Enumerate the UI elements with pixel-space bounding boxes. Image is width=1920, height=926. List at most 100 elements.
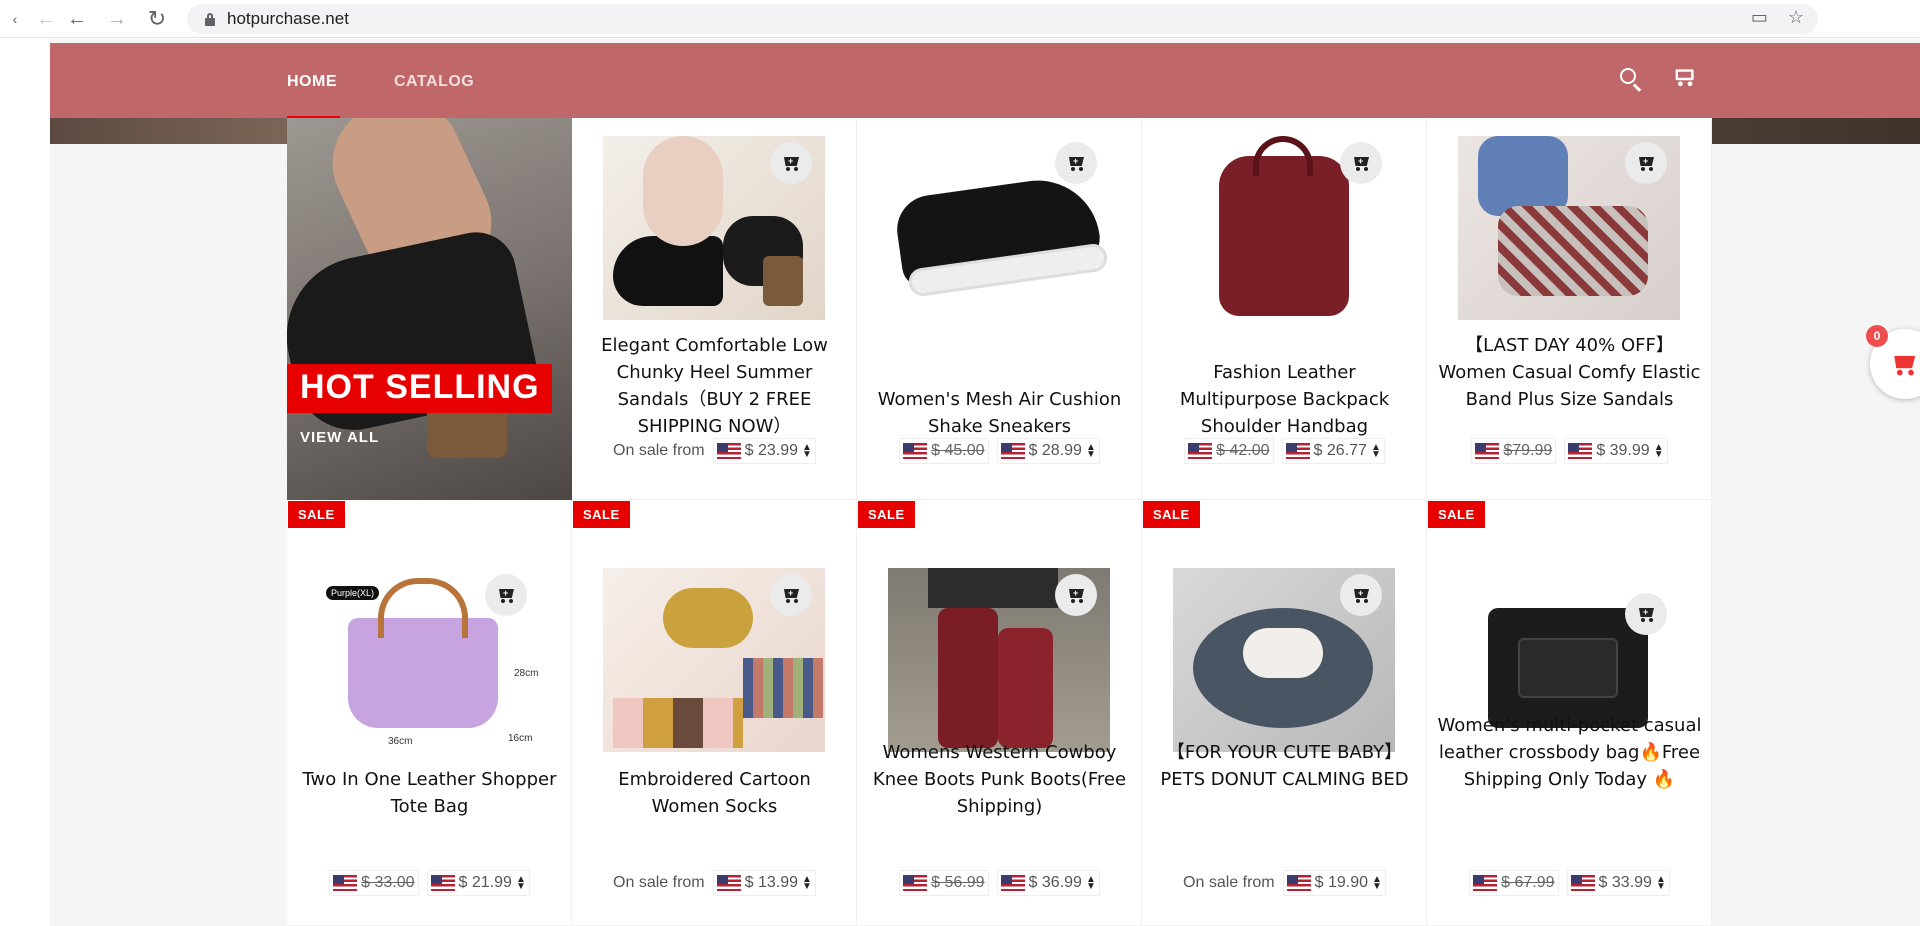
add-to-cart-button[interactable]: +	[485, 574, 527, 616]
product-title[interactable]: Women's multi-pocket casual leather cros…	[1437, 712, 1702, 793]
product-card[interactable]: + Elegant Comfortable Low Chunky Heel Su…	[572, 118, 857, 500]
nav-home[interactable]: HOME	[287, 73, 337, 91]
jeans-shape	[1478, 136, 1568, 216]
product-card[interactable]: SALE + Womens Western Cowboy Knee Boots …	[857, 500, 1142, 926]
url-text[interactable]: hotpurchase.net	[227, 9, 349, 29]
bookmark-star-icon[interactable]: ☆	[1788, 7, 1804, 28]
view-all-link[interactable]: VIEW ALL	[300, 429, 379, 446]
nav-catalog[interactable]: CATALOG	[394, 73, 474, 91]
boot-shape	[1498, 206, 1648, 296]
sale-badge: SALE	[1428, 501, 1485, 528]
compare-price: $ 67.99	[1469, 870, 1559, 896]
add-to-cart-button[interactable]: +	[1340, 142, 1382, 184]
product-card[interactable]: SALE + Embroidered Cartoon Women Socks O…	[572, 500, 857, 926]
add-to-cart-button[interactable]: +	[770, 574, 812, 616]
currency-price-selector[interactable]: $ 39.99 ▲ ▼	[1564, 438, 1668, 464]
add-cart-icon: +	[1636, 155, 1656, 171]
add-cart-icon: +	[1636, 606, 1656, 622]
add-cart-icon: +	[781, 587, 801, 603]
back-disabled-icon: ←	[36, 7, 56, 30]
add-to-cart-button[interactable]: +	[1340, 574, 1382, 616]
forward-button[interactable]: →	[104, 6, 130, 32]
sale-badge: SALE	[1143, 501, 1200, 528]
product-title[interactable]: 【FOR YOUR CUTE BABY】PETS DONUT CALMING B…	[1152, 739, 1417, 793]
us-flag-icon	[1000, 443, 1025, 459]
currency-price-selector[interactable]: $ 19.90 ▲ ▼	[1282, 870, 1386, 896]
currency-price-selector[interactable]: $ 28.99 ▲ ▼	[996, 438, 1100, 464]
tab-scroll-left-icon[interactable]: ‹	[2, 6, 28, 32]
add-to-cart-button[interactable]: +	[1625, 593, 1667, 635]
currency-price-selector[interactable]: $ 21.99 ▲ ▼	[426, 870, 530, 896]
sandal-shape	[613, 236, 723, 306]
add-to-cart-button[interactable]: +	[770, 142, 812, 184]
us-flag-icon	[1475, 443, 1500, 459]
price: $ 36.99	[1028, 874, 1082, 891]
product-card[interactable]: SALE + Women's multi-pocket casual leath…	[1427, 500, 1712, 926]
reload-button[interactable]: ↻	[144, 6, 170, 32]
cart-icon	[1890, 353, 1918, 376]
caret-icon: ▲ ▼	[802, 874, 812, 892]
product-title[interactable]: Women's Mesh Air Cushion Shake Sneakers	[867, 386, 1132, 440]
currency-price-selector[interactable]: $ 26.77 ▲ ▼	[1281, 438, 1385, 464]
us-flag-icon	[903, 875, 928, 891]
product-title[interactable]: 【LAST DAY 40% OFF】Women Casual Comfy Ela…	[1437, 332, 1702, 413]
price-row: On sale from $ 19.90 ▲ ▼	[1142, 870, 1427, 896]
product-title[interactable]: Two In One Leather Shopper Tote Bag	[297, 766, 562, 820]
currency-price-selector[interactable]: $ 13.99 ▲ ▼	[712, 870, 816, 896]
add-cart-icon: +	[496, 587, 516, 603]
us-flag-icon	[1473, 875, 1498, 891]
add-cart-icon: +	[1351, 587, 1371, 603]
pocket-shape	[1518, 638, 1618, 698]
variant-tag: Purple(XL)	[326, 586, 380, 600]
jeans-shape	[928, 568, 1058, 608]
add-to-cart-button[interactable]: +	[1055, 142, 1097, 184]
product-title[interactable]: Womens Western Cowboy Knee Boots Punk Bo…	[867, 739, 1132, 820]
back-button[interactable]: ←	[64, 6, 90, 32]
product-title[interactable]: Embroidered Cartoon Women Socks	[582, 766, 847, 820]
us-flag-icon	[333, 875, 358, 891]
compare-price: $79.99	[1471, 438, 1557, 464]
product-grid: HOT SELLING VIEW ALL + Elegant Comfortab…	[287, 118, 1712, 926]
compare-price: $ 45.00	[899, 438, 989, 464]
product-card[interactable]: + 【LAST DAY 40% OFF】Women Casual Comfy E…	[1427, 118, 1712, 500]
leg-shape	[643, 136, 723, 246]
product-card[interactable]: SALE Purple(XL) 36cm 28cm 16cm + Two In …	[287, 500, 572, 926]
on-sale-from-label: On sale from	[613, 442, 705, 459]
us-flag-icon	[1570, 875, 1595, 891]
product-title[interactable]: Elegant Comfortable Low Chunky Heel Summ…	[582, 332, 847, 440]
cart-icon[interactable]	[1672, 67, 1702, 97]
original-price: $79.99	[1503, 442, 1553, 459]
product-card[interactable]: SALE + 【FOR YOUR CUTE BABY】PETS DONUT CA…	[1142, 500, 1427, 926]
price: $ 23.99	[744, 442, 799, 459]
original-price: $ 45.00	[931, 442, 985, 459]
dimension-label: 16cm	[508, 733, 533, 744]
caret-icon: ▲ ▼	[1653, 442, 1664, 460]
caret-icon: ▲ ▼	[1370, 442, 1381, 460]
add-to-cart-button[interactable]: +	[1055, 574, 1097, 616]
hot-selling-tile[interactable]: HOT SELLING VIEW ALL	[287, 118, 572, 500]
currency-price-selector[interactable]: $ 23.99 ▲ ▼	[712, 438, 816, 464]
floating-cart-button[interactable]: 0	[1866, 325, 1920, 399]
add-cart-icon: +	[1066, 587, 1086, 603]
currency-price-selector[interactable]: $ 33.99 ▲ ▼	[1566, 870, 1670, 896]
address-bar[interactable]: hotpurchase.net ▭ ☆	[187, 4, 1818, 34]
site-header: HOME CATALOG	[50, 43, 1920, 119]
currency-price-selector[interactable]: $ 36.99 ▲ ▼	[996, 870, 1100, 896]
product-card[interactable]: + Women's Mesh Air Cushion Shake Sneaker…	[857, 118, 1142, 500]
search-icon[interactable]	[1617, 65, 1647, 95]
caret-icon: ▲ ▼	[1372, 874, 1382, 892]
price: $ 21.99	[458, 874, 512, 891]
price: $ 33.99	[1598, 874, 1652, 891]
lock-icon[interactable]	[203, 12, 217, 26]
sale-badge: SALE	[288, 501, 345, 528]
install-app-icon[interactable]: ▭	[1751, 7, 1768, 28]
price-row: $ 56.99 $ 36.99 ▲ ▼	[857, 870, 1142, 896]
price-row: On sale from $ 13.99 ▲ ▼	[572, 870, 857, 896]
us-flag-icon	[1568, 443, 1593, 459]
us-flag-icon	[716, 875, 741, 891]
us-flag-icon	[1285, 443, 1310, 459]
add-to-cart-button[interactable]: +	[1625, 142, 1667, 184]
price-row: $ 45.00 $ 28.99 ▲ ▼	[857, 438, 1142, 464]
product-title[interactable]: Fashion Leather Multipurpose Backpack Sh…	[1152, 359, 1417, 440]
product-card[interactable]: + Fashion Leather Multipurpose Backpack …	[1142, 118, 1427, 500]
